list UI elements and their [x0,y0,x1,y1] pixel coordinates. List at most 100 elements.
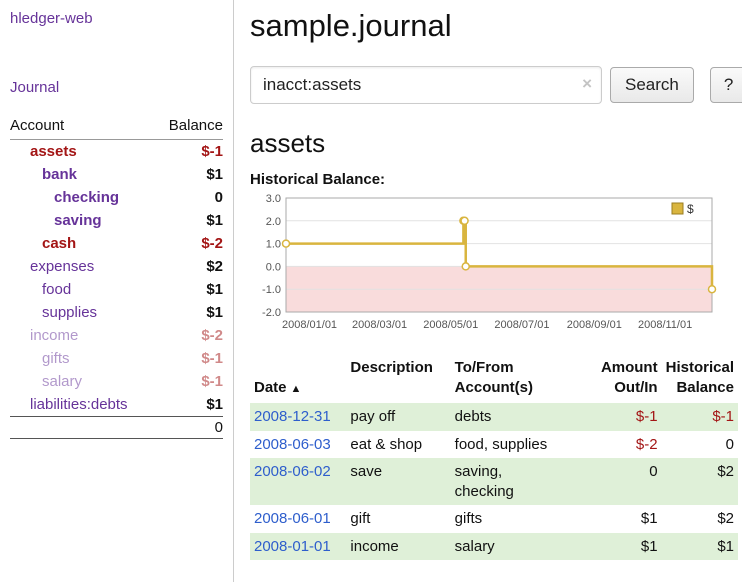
account-row: cash $-2 [10,232,223,255]
transaction-description: save [346,458,450,505]
svg-text:1.0: 1.0 [266,239,281,251]
account-link[interactable]: liabilities:debts [30,396,128,413]
account-balance: $1 [156,209,223,232]
account-row: liabilities:debts $1 [10,393,223,417]
account-row: supplies $1 [10,301,223,324]
transaction-accounts: gifts [451,505,585,533]
register-header-accounts: To/From Account(s) [451,356,585,403]
account-link[interactable]: salary [42,373,82,390]
account-link[interactable]: income [30,327,78,344]
svg-text:-1.0: -1.0 [262,284,281,296]
register-header-balance: Historical Balance [662,356,738,403]
app-title-link[interactable]: hledger-web [10,10,223,27]
clear-search-icon[interactable]: × [582,75,592,92]
register-header-row: Date▲ Description To/From Account(s) Amo… [250,356,738,403]
svg-text:0.0: 0.0 [266,261,281,273]
accounts-body: assets$-1bank$1checking0saving$1cash$-2e… [10,140,223,417]
account-link[interactable]: bank [42,166,77,183]
svg-text:2008/09/01: 2008/09/01 [567,319,622,331]
help-button[interactable]: ? [710,67,742,103]
search-button[interactable]: Search [610,67,694,103]
account-balance: $1 [156,393,223,417]
svg-text:3.0: 3.0 [266,193,281,205]
sort-ascending-icon: ▲ [291,383,302,395]
transaction-accounts: debts [451,403,585,431]
transaction-description: pay off [346,403,450,431]
transaction-balance: $2 [662,458,738,505]
register-row: 2008-12-31pay offdebts$-1$-1 [250,403,738,431]
account-link[interactable]: expenses [30,258,94,275]
transaction-balance: $1 [662,533,738,561]
svg-text:2008/01/01: 2008/01/01 [282,319,337,331]
account-link[interactable]: saving [54,212,102,229]
transaction-description: income [346,533,450,561]
account-link[interactable]: cash [42,235,76,252]
register-row: 2008-06-01 giftgifts$1$2 [250,505,738,533]
transaction-amount: $1 [584,533,661,561]
account-balance: $1 [156,278,223,301]
account-balance: $-2 [156,232,223,255]
account-row: food $1 [10,278,223,301]
transaction-amount: $-1 [584,403,661,431]
account-row: salary $-1 [10,370,223,393]
transaction-date-link[interactable]: 2008-06-03 [254,436,331,453]
account-balance: $-1 [156,347,223,370]
register-row: 2008-01-01incomesalary$1$1 [250,533,738,561]
transaction-date-link[interactable]: 2008-06-02 [254,463,331,480]
account-link[interactable]: food [42,281,71,298]
chart-title: Historical Balance: [250,171,742,188]
transaction-balance: $-1 [662,403,738,431]
transaction-balance: $2 [662,505,738,533]
register-row: 2008-06-03 eat & shopfood, supplies$-20 [250,431,738,459]
transaction-description: eat & shop [346,431,450,459]
transaction-balance: 0 [662,431,738,459]
account-balance: $2 [156,255,223,278]
app-window: hledger-web Journal Account Balance asse… [0,0,742,582]
register-row: 2008-06-02savesaving, checking0$2 [250,458,738,505]
sidebar-item-journal[interactable]: Journal [10,79,223,96]
transaction-amount: $1 [584,505,661,533]
register-table: Date▲ Description To/From Account(s) Amo… [250,356,738,560]
account-row: expenses $2 [10,255,223,278]
account-balance: $1 [156,301,223,324]
account-row: saving $1 [10,209,223,232]
account-link[interactable]: supplies [42,304,97,321]
transaction-date-link[interactable]: 2008-06-01 [254,510,331,527]
account-link[interactable]: checking [54,189,119,206]
account-row: bank$1 [10,163,223,186]
svg-text:-2.0: -2.0 [262,307,281,319]
account-balance: 0 [156,186,223,209]
transaction-amount: 0 [584,458,661,505]
account-row: income $-2 [10,324,223,347]
account-row: assets $-1 [10,140,223,164]
account-row: checking 0 [10,186,223,209]
account-link[interactable]: gifts [42,350,70,367]
account-row: gifts $-1 [10,347,223,370]
balance-chart: 3.0 2.0 1.0 0.0 -1.0 -2.02008/01/01 2008/03/01… [250,190,720,340]
transaction-date-link[interactable]: 2008-12-31 [254,408,331,425]
search-box: × [250,66,602,104]
svg-text:$: $ [687,202,694,216]
account-balance: $-2 [156,324,223,347]
account-balance: $-1 [156,140,223,164]
transaction-description: gift [346,505,450,533]
svg-text:2008/07/01: 2008/07/01 [494,319,549,331]
account-heading: assets [250,128,742,159]
svg-text:2008/11/01: 2008/11/01 [638,319,692,331]
account-link[interactable]: assets [30,143,77,160]
register-header-amount: Amount Out/In [584,356,661,403]
transaction-accounts: food, supplies [451,431,585,459]
page-title: sample.journal [250,8,742,44]
account-balance: $-1 [156,370,223,393]
accounts-header-row: Account Balance [10,114,223,140]
transaction-amount: $-2 [584,431,661,459]
register-header-date[interactable]: Date ▲ [250,356,346,403]
svg-text:2.0: 2.0 [266,216,281,228]
register-body: 2008-12-31pay offdebts$-1$-12008-06-03ea… [250,403,738,560]
register-header-date-label: Date [254,379,287,396]
accounts-total-row: 0 [10,417,223,439]
transaction-date-link[interactable]: 2008-01-01 [254,538,331,555]
accounts-table: Account Balance assets$-1bank$1checking0… [10,114,223,439]
svg-text:2008/03/01: 2008/03/01 [352,319,407,331]
search-input[interactable] [250,66,602,104]
